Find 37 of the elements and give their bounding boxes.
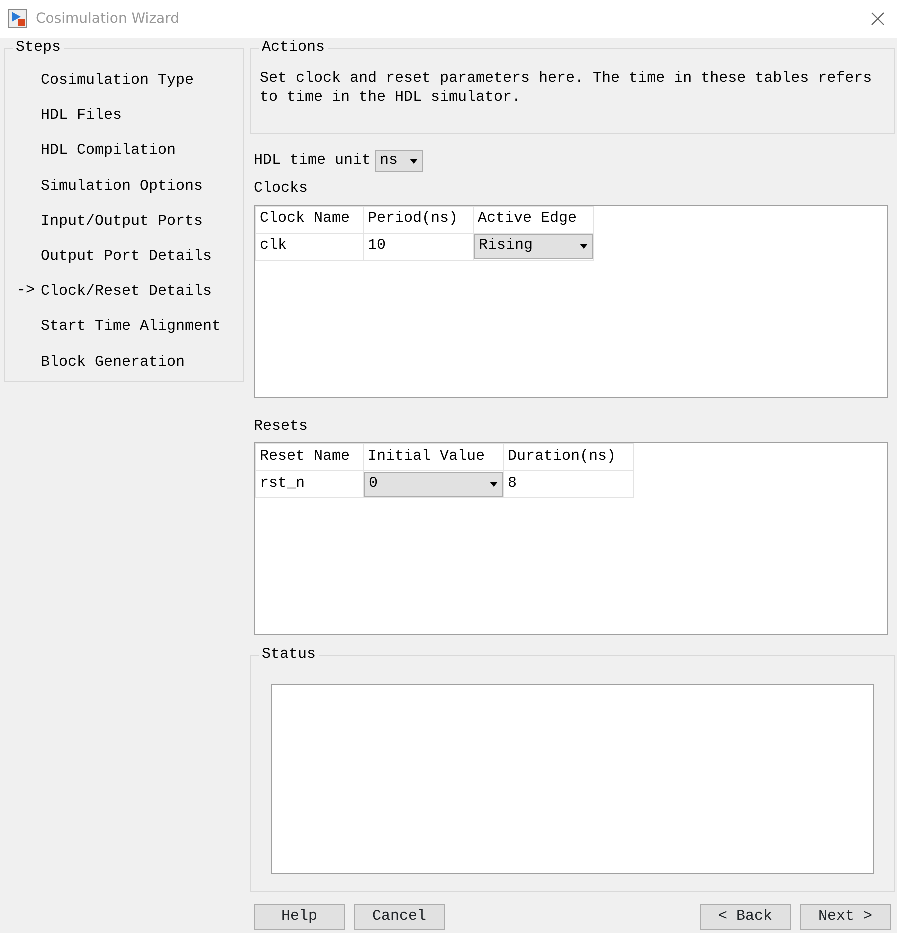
column-header: Active Edge (474, 206, 594, 233)
table-title: Resets (253, 416, 308, 436)
wizard-button[interactable]: Help (254, 904, 345, 930)
table-title: Clocks (253, 179, 308, 199)
current-step-marker: -> (17, 282, 36, 300)
caret-icon (410, 158, 418, 164)
caret-icon (490, 482, 498, 486)
step-item[interactable]: HDL Compilation (41, 142, 176, 160)
step-item[interactable]: Cosimulation Type (41, 72, 194, 89)
step-item[interactable]: Start Time Alignment (41, 318, 222, 336)
column-header: Period(ns) (364, 206, 474, 233)
wizard-button[interactable]: < Back (700, 904, 791, 930)
step-item[interactable]: HDL Files (41, 107, 122, 124)
cell-dropdown[interactable]: Rising (474, 234, 593, 259)
wizard-button[interactable]: Cancel (354, 904, 445, 930)
column-header: Clock Name (256, 206, 364, 233)
table-cell: clk (256, 233, 364, 260)
window-title: Cosimulation Wizard (36, 10, 180, 28)
wizard-button[interactable]: Next > (800, 904, 891, 930)
close-icon[interactable] (871, 12, 885, 26)
cell-dropdown[interactable]: 0 (364, 472, 503, 496)
step-item[interactable]: Input/Output Ports (41, 212, 204, 230)
time-unit-dropdown[interactable]: ns (375, 150, 424, 172)
table-cell: 10 (364, 233, 474, 260)
caret-icon (580, 244, 588, 249)
step-item[interactable]: Block Generation (41, 354, 186, 370)
step-item[interactable]: Output Port Details (41, 248, 212, 265)
app-icon (8, 9, 28, 29)
actions-description: Set clock and reset parameters here. The time in these tables refers to time in the HDL simulator. (260, 69, 874, 107)
time-unit-label: HDL time unit (254, 150, 372, 171)
step-item[interactable]: Simulation Options (41, 178, 204, 195)
column-header: Initial Value (364, 444, 504, 470)
table-cell: rst_n (256, 470, 364, 498)
column-header: Duration(ns) (504, 444, 634, 470)
table-cell: 8 (504, 470, 634, 498)
step-item[interactable]: Clock/Reset Details (41, 283, 212, 300)
column-header: Reset Name (256, 444, 364, 470)
